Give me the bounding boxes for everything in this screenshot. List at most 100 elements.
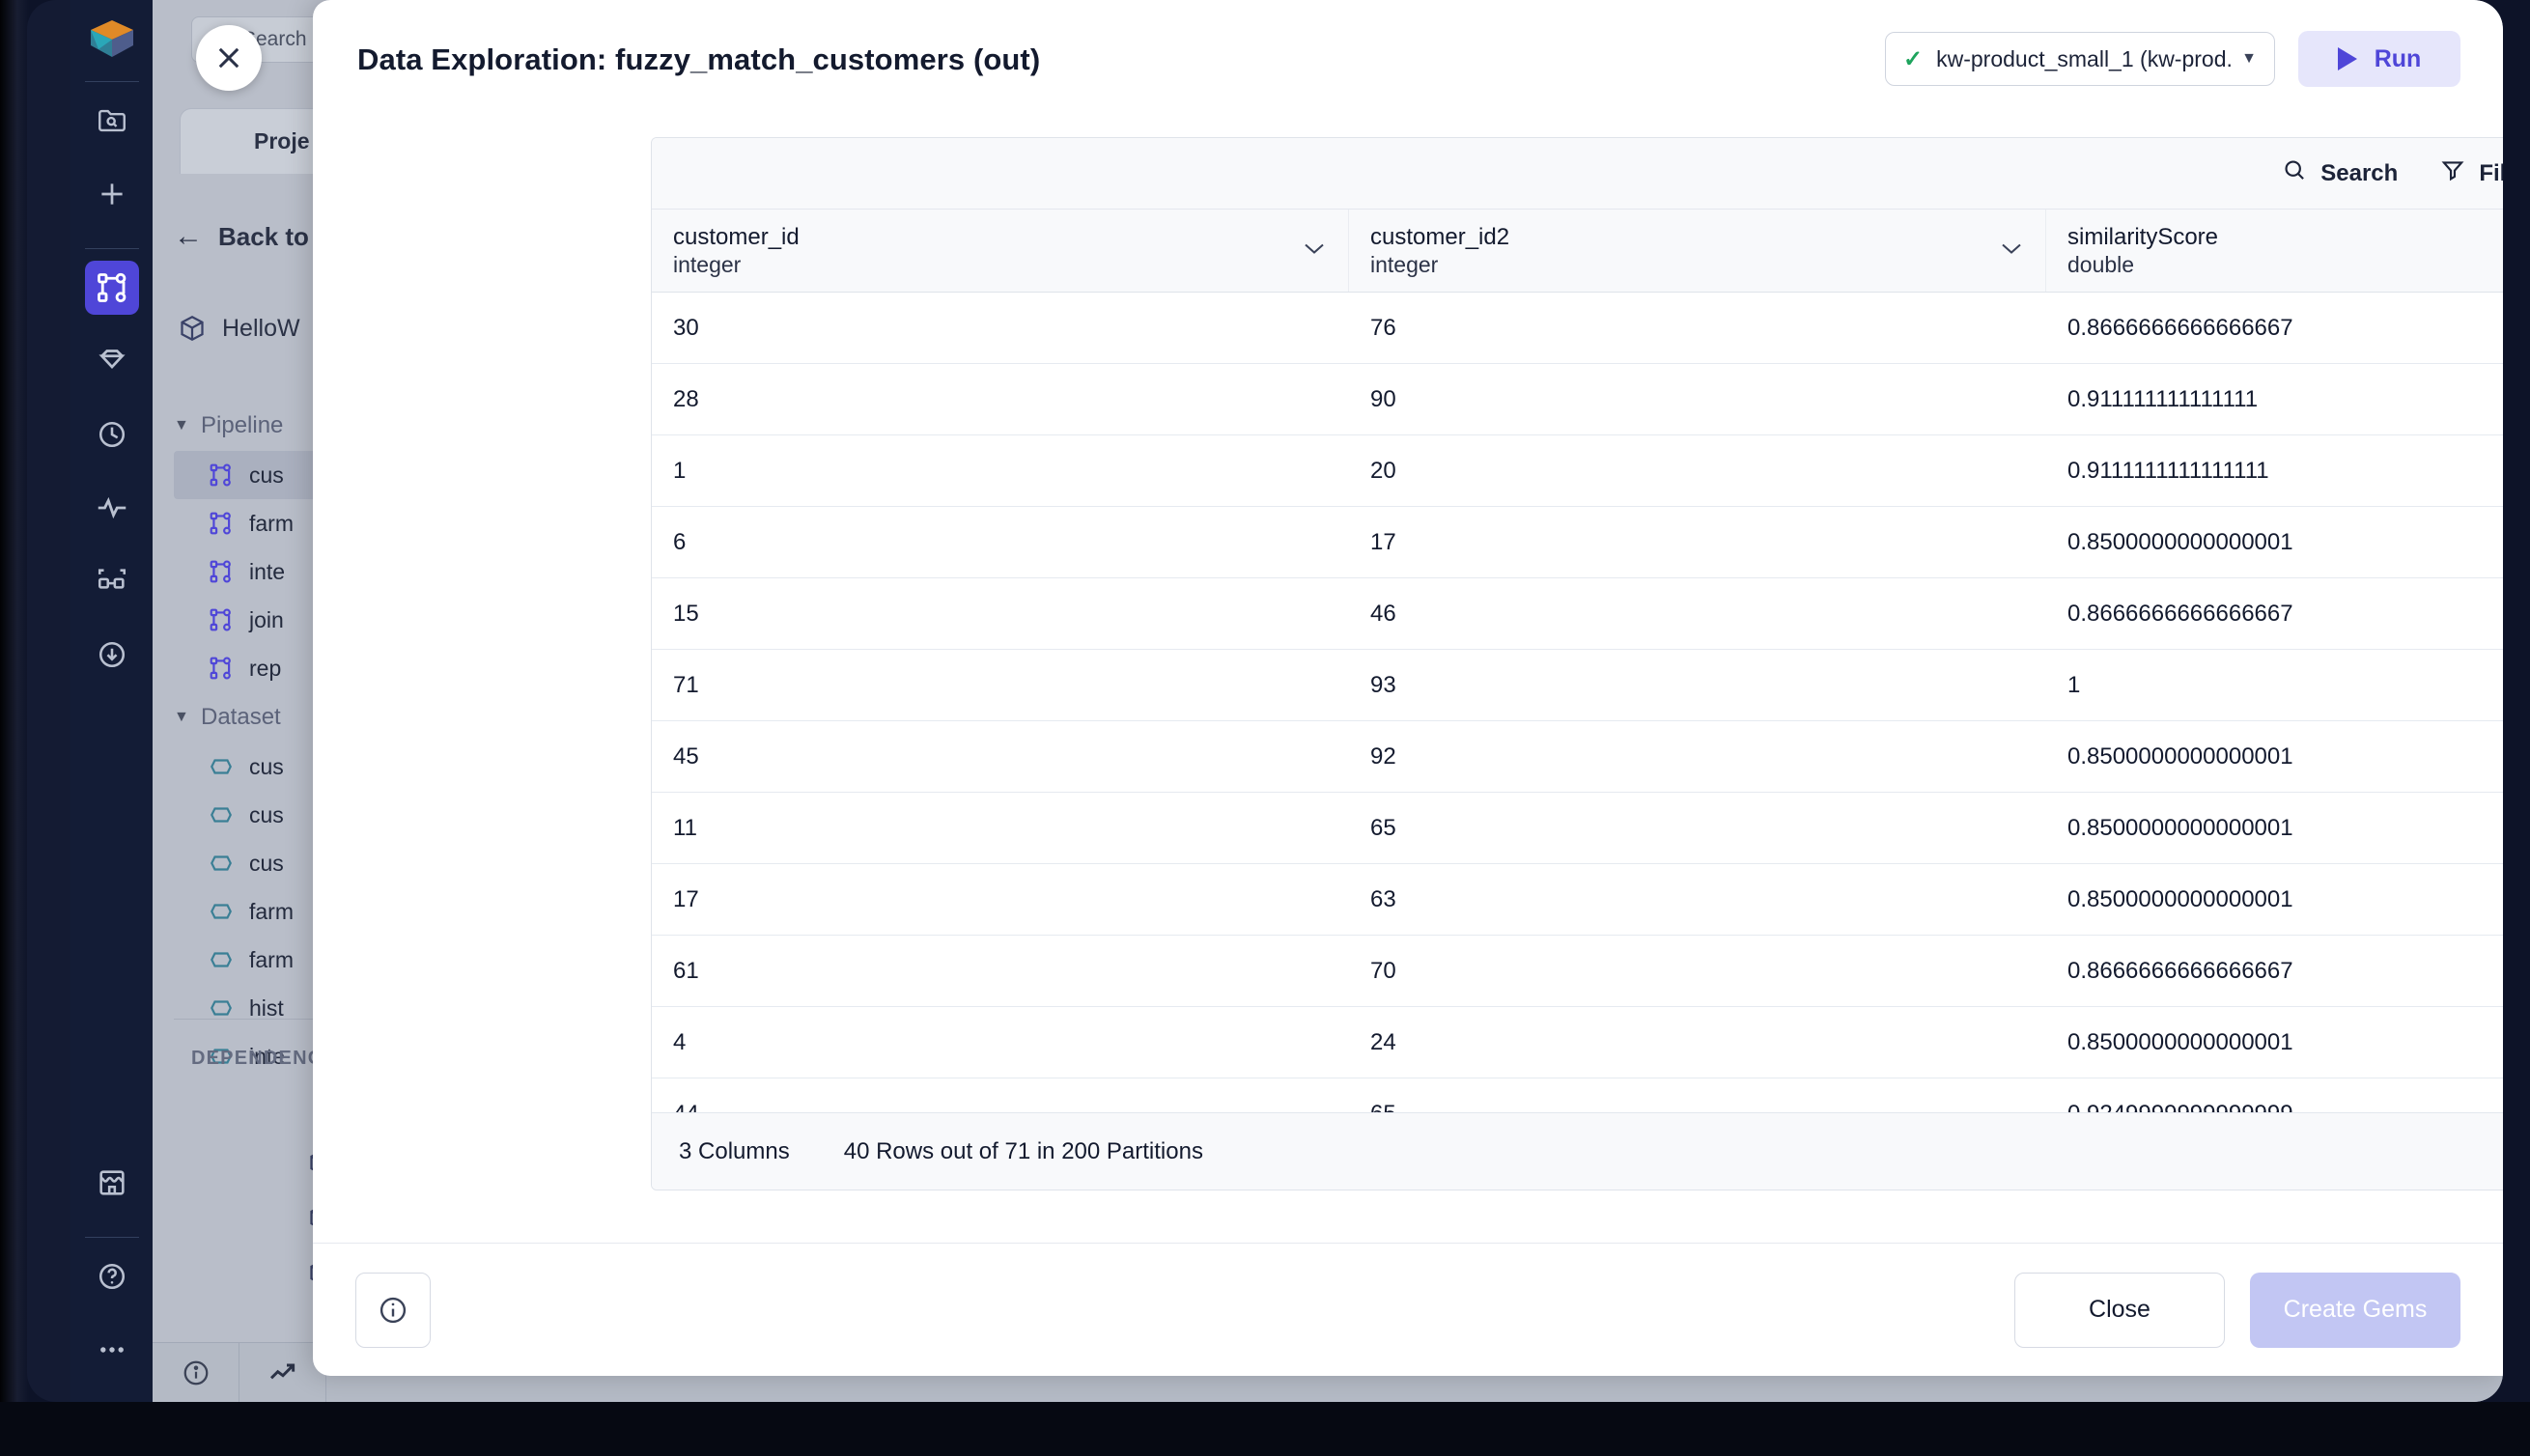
pipeline-icon bbox=[209, 559, 234, 584]
cluster-select[interactable]: ✓ kw-product_small_1 (kw-prod... ▼ bbox=[1885, 32, 2275, 86]
rail-item-pipelines[interactable] bbox=[84, 261, 139, 315]
table-row[interactable]: 11 65 0.8500000000000001 bbox=[652, 793, 2503, 864]
rail-item-more[interactable] bbox=[85, 1323, 139, 1377]
table-cell: 20 bbox=[1370, 457, 1396, 484]
check-icon: ✓ bbox=[1903, 45, 1924, 72]
rail-item-gems[interactable] bbox=[85, 334, 139, 388]
tree-item-label: cus bbox=[249, 801, 284, 827]
table-body: 30 76 0.8666666666666667 28 90 0.911111111111… bbox=[652, 293, 2503, 1190]
table-cell: 61 bbox=[673, 957, 699, 984]
table-header-row: customer_id integer customer_id2 integer bbox=[652, 210, 2503, 293]
table-cell: 17 bbox=[1370, 528, 1396, 555]
table-cell: 6 bbox=[673, 528, 687, 555]
table-cell: 63 bbox=[1370, 885, 1396, 912]
table-row[interactable]: 15 46 0.8666666666666667 bbox=[652, 578, 2503, 650]
table-cell: 0.8500000000000001 bbox=[2067, 742, 2293, 770]
column-type: integer bbox=[1370, 252, 1439, 278]
create-gems-button[interactable]: Create Gems bbox=[2250, 1272, 2460, 1348]
column-name: customer_id2 bbox=[1370, 223, 1510, 250]
dataset-icon bbox=[209, 947, 234, 972]
table-cell: 0.8500000000000001 bbox=[2067, 1028, 2293, 1055]
chevron-down-icon[interactable] bbox=[1302, 240, 1327, 261]
table-cell: 93 bbox=[1370, 671, 1396, 698]
play-icon bbox=[2337, 47, 2357, 70]
table-row[interactable]: 71 93 1 bbox=[652, 650, 2503, 721]
table-column-header[interactable]: customer_id2 integer bbox=[1349, 210, 2046, 292]
table-row[interactable]: 45 92 0.8500000000000001 bbox=[652, 721, 2503, 793]
modal-footer-actions: Close Create Gems bbox=[2014, 1272, 2460, 1348]
tree-item-label: join bbox=[249, 606, 284, 632]
screen-bottom-edge bbox=[0, 1402, 2530, 1456]
table-cell: 65 bbox=[1370, 814, 1396, 841]
prophecy-logo-icon[interactable] bbox=[87, 14, 137, 64]
table-row[interactable]: 1 20 0.9111111111111111 bbox=[652, 435, 2503, 507]
rows-count-label: 40 Rows out of 71 in 200 Partitions bbox=[843, 1137, 1203, 1164]
dataset-icon bbox=[209, 754, 234, 779]
table-cell: 76 bbox=[1370, 314, 1396, 341]
tree-group-label: Dataset bbox=[201, 704, 281, 730]
tree-group-label: Pipeline bbox=[201, 412, 284, 438]
rail-item-marketplace[interactable] bbox=[85, 1156, 139, 1210]
run-button[interactable]: Run bbox=[2298, 31, 2460, 87]
modal-close-icon-button[interactable] bbox=[196, 25, 262, 91]
modal-info-button[interactable] bbox=[355, 1272, 431, 1348]
column-type: integer bbox=[673, 252, 742, 278]
pipeline-graph-icon bbox=[97, 272, 126, 303]
table-cell: 17 bbox=[673, 885, 699, 912]
table-column-header[interactable]: customer_id integer bbox=[652, 210, 1349, 292]
table-row[interactable]: 30 76 0.8666666666666667 bbox=[652, 293, 2503, 364]
rail-item-monitoring[interactable] bbox=[85, 481, 139, 535]
dataset-icon bbox=[209, 995, 234, 1021]
modal-header: Data Exploration: fuzzy_match_customers … bbox=[313, 0, 2503, 120]
table-cell: 92 bbox=[1370, 742, 1396, 770]
table-row[interactable]: 61 70 0.8666666666666667 bbox=[652, 936, 2503, 1007]
dataset-icon bbox=[209, 802, 234, 827]
rail-divider bbox=[84, 81, 139, 82]
table-cell: 0.8666666666666667 bbox=[2067, 957, 2293, 984]
screen-root: Search Proje ← Back to HelloW ▼ Pipeline… bbox=[0, 0, 2530, 1456]
status-info-button[interactable] bbox=[153, 1342, 239, 1402]
table-filter-button[interactable]: Filter bbox=[2440, 157, 2503, 189]
tree-item-label: farm bbox=[249, 946, 294, 972]
tree-item-label: farm bbox=[249, 898, 294, 924]
table-row[interactable]: 28 90 0.911111111111111 bbox=[652, 364, 2503, 435]
table-cell: 0.911111111111111 bbox=[2067, 385, 2259, 412]
table-column-header[interactable]: similarityScore double bbox=[2046, 210, 2503, 292]
close-button[interactable]: Close bbox=[2014, 1272, 2225, 1348]
table-cell: 15 bbox=[673, 600, 699, 627]
rail-item-history[interactable] bbox=[85, 407, 139, 462]
table-cell: 4 bbox=[673, 1028, 687, 1055]
download-circle-icon bbox=[98, 641, 125, 668]
rail-item-downloads[interactable] bbox=[85, 628, 139, 682]
table-search-button[interactable]: Search bbox=[2282, 157, 2398, 189]
back-to-link[interactable]: ← Back to bbox=[174, 220, 309, 253]
table-cell: 30 bbox=[673, 314, 699, 341]
lineage-icon bbox=[98, 569, 126, 589]
rail-item-create[interactable] bbox=[85, 167, 139, 221]
chevron-down-icon[interactable] bbox=[1999, 240, 2024, 261]
gem-icon bbox=[98, 350, 126, 369]
column-name: similarityScore bbox=[2067, 223, 2219, 250]
table-cell: 0.8666666666666667 bbox=[2067, 600, 2293, 627]
rail-item-help[interactable] bbox=[85, 1249, 139, 1303]
rail-item-browse[interactable] bbox=[85, 94, 139, 148]
ellipsis-icon bbox=[99, 1347, 124, 1353]
results-table-card: Search Filter bbox=[651, 137, 2503, 1190]
table-row[interactable]: 17 63 0.8500000000000001 bbox=[652, 864, 2503, 936]
tree-item-label: cus bbox=[249, 850, 284, 876]
table-cell: 0.8500000000000001 bbox=[2067, 528, 2293, 555]
tree-item-label: cus bbox=[249, 753, 284, 779]
table-footer: 3 Columns 40 Rows out of 71 in 200 Parti… bbox=[652, 1112, 2503, 1190]
table-cell: 90 bbox=[1370, 385, 1396, 412]
pipeline-icon bbox=[209, 462, 234, 488]
header-actions: ✓ kw-product_small_1 (kw-prod... ▼ Run bbox=[1885, 31, 2460, 87]
table-row[interactable]: 6 17 0.8500000000000001 bbox=[652, 507, 2503, 578]
rail-item-lineage[interactable] bbox=[85, 554, 139, 608]
run-button-label: Run bbox=[2374, 44, 2422, 72]
help-circle-icon bbox=[98, 1263, 125, 1290]
dataset-icon bbox=[209, 851, 234, 876]
table-row[interactable]: 4 24 0.8500000000000001 bbox=[652, 1007, 2503, 1078]
pipeline-icon bbox=[209, 511, 234, 536]
table-cell: 11 bbox=[673, 814, 697, 841]
tree-item-label: hist bbox=[249, 994, 284, 1021]
